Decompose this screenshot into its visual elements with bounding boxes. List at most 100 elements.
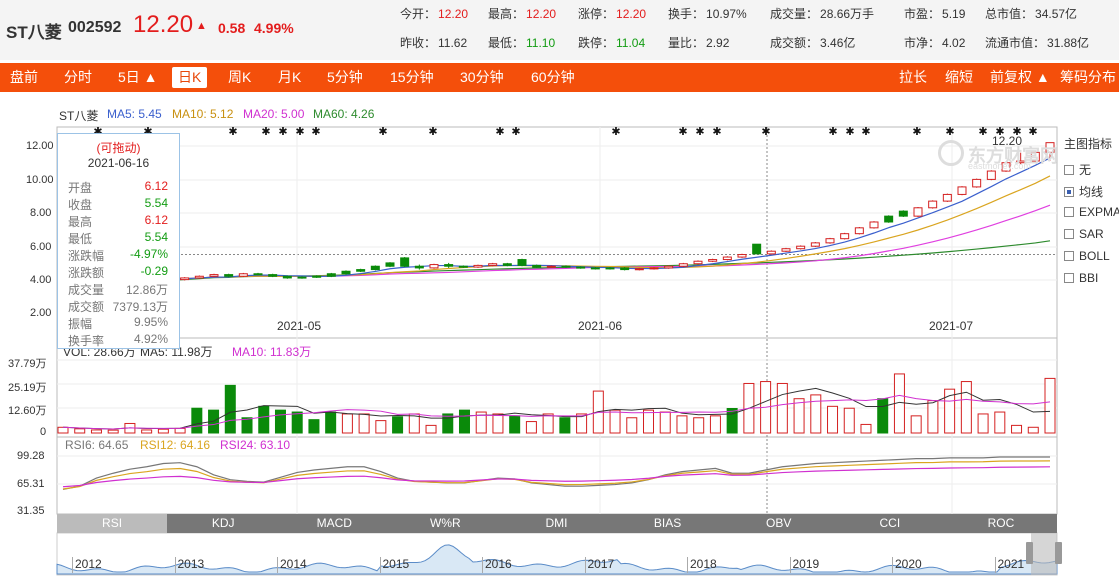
volume-bar xyxy=(458,409,470,434)
indicator-tab-roc[interactable]: ROC xyxy=(946,514,1056,533)
tooltip-value: 9.95% xyxy=(133,315,168,329)
candle-body xyxy=(722,256,732,261)
vol-tick: 0 xyxy=(40,426,47,438)
overview-right-handle xyxy=(1055,542,1062,564)
candle-body xyxy=(268,274,278,277)
indicator-tab-cci[interactable]: CCI xyxy=(835,514,945,533)
tooltip-row: 成交量 12.86万 xyxy=(68,281,168,298)
overview-year-tick xyxy=(994,557,996,573)
overview-year-label: 2014 xyxy=(280,557,307,571)
indicator-option-ma[interactable]: 均线 xyxy=(1064,183,1103,200)
grid-lines xyxy=(57,127,1057,514)
indicator-tab-wr[interactable]: W%R xyxy=(390,514,500,533)
candle-body xyxy=(209,274,219,277)
volume-bar xyxy=(291,411,303,434)
checkbox-icon xyxy=(1064,251,1074,261)
candle-body xyxy=(957,186,967,195)
volume-bar xyxy=(542,413,554,434)
candle-body xyxy=(370,265,380,271)
candle-body xyxy=(414,265,424,269)
price-max-label: 12.20 xyxy=(992,134,1023,148)
candle-body xyxy=(429,264,439,269)
candle-body xyxy=(341,270,351,275)
volume-bar xyxy=(191,407,203,434)
indicator-tab-kdj[interactable]: KDJ xyxy=(168,514,278,533)
candle-body xyxy=(282,275,292,279)
candle-body xyxy=(253,273,263,276)
candle-body xyxy=(649,267,659,270)
candle-body xyxy=(238,273,248,277)
ma5-line xyxy=(169,157,1051,281)
volume-bar xyxy=(977,413,989,434)
candle-body xyxy=(752,243,762,255)
indicator-option-bbi[interactable]: BBI xyxy=(1064,271,1098,285)
rsi-tick: 31.35 xyxy=(17,505,45,517)
volume-bar xyxy=(726,407,738,434)
event-marker-icon: ✱ xyxy=(428,126,437,138)
candle-body xyxy=(590,267,600,270)
candle-body xyxy=(224,274,234,277)
rsi-legend-6: RSI6: 64.65 xyxy=(65,438,129,452)
candle-body xyxy=(840,233,850,240)
tooltip-key: 涨跌额 xyxy=(68,266,105,280)
tooltip-row: 最高 6.12 xyxy=(68,213,168,230)
volume-bar xyxy=(509,415,521,434)
volume-bar xyxy=(1027,426,1039,434)
event-marker-icon: ✱ xyxy=(511,126,520,138)
indicator-tab-macd[interactable]: MACD xyxy=(279,514,389,533)
volume-bar xyxy=(994,411,1006,434)
candle-body xyxy=(869,221,879,229)
candle-body xyxy=(737,254,747,258)
indicator-tab-obv[interactable]: OBV xyxy=(724,514,834,533)
rsi-lines xyxy=(62,456,1051,491)
checkbox-icon xyxy=(1064,273,1074,283)
overview-year-tick xyxy=(277,557,278,573)
indicator-option-none[interactable]: 无 xyxy=(1064,161,1091,178)
candle-body xyxy=(605,267,615,270)
tooltip-key: 换手率 xyxy=(68,334,105,348)
tooltip-row: 最低 5.54 xyxy=(68,230,168,247)
candle-body xyxy=(825,238,835,244)
indicator-tab-rsi[interactable]: RSI xyxy=(57,514,168,533)
volume-bar xyxy=(74,428,86,434)
candle-body xyxy=(194,275,204,279)
tooltip-value: 5.54 xyxy=(144,196,168,210)
indicator-tab-dmi[interactable]: DMI xyxy=(501,514,611,533)
volume-bar xyxy=(107,429,119,434)
indicator-tab-bias[interactable]: BIAS xyxy=(613,514,723,533)
volume-bar xyxy=(609,409,621,434)
overview-year-label: 2015 xyxy=(382,557,410,571)
overview-year-tick xyxy=(72,557,73,573)
volume-bar xyxy=(643,409,655,434)
candle-body xyxy=(532,264,542,268)
event-marker-icon: ✱ xyxy=(1028,126,1037,138)
indicator-option-expma[interactable]: EXPMA xyxy=(1064,205,1119,219)
price-tick: 4.00 xyxy=(30,274,52,286)
volume-bar xyxy=(1044,377,1056,434)
volume-bar xyxy=(425,424,437,434)
volume-bar xyxy=(626,417,638,434)
candle-body xyxy=(781,248,791,252)
main-indicator-title: 主图指标 xyxy=(1064,137,1113,151)
overview-year-label: 2012 xyxy=(75,557,102,571)
event-marker-icon: ✱ xyxy=(278,126,287,138)
indicator-option-sar[interactable]: SAR xyxy=(1064,227,1104,241)
event-marker-icon: ✱ xyxy=(228,126,237,138)
candle-body xyxy=(810,242,820,247)
indicator-option-boll[interactable]: BOLL xyxy=(1064,249,1110,263)
candle-body xyxy=(473,264,483,268)
candle-tooltip[interactable]: (可拖动) 2021-06-16 开盘 6.12 收盘 5.54 最高 6.12 最低 5.5… xyxy=(57,133,180,349)
volume-bar xyxy=(910,415,922,434)
x-tick: 2021-05 xyxy=(277,319,322,333)
tooltip-value: 5.54 xyxy=(144,230,168,244)
candle-body xyxy=(898,210,908,217)
event-marker-icon: ✱ xyxy=(295,126,304,138)
overview-year-tick xyxy=(379,557,381,573)
price-tick: 2.00 xyxy=(30,307,52,319)
vol-legend-ma10: MA10: 11.83万 xyxy=(232,345,312,359)
candle-body xyxy=(444,264,454,267)
candle-body xyxy=(620,267,630,271)
volume-bar xyxy=(559,417,571,434)
overview-year-label: 2016 xyxy=(485,557,512,571)
candle-body xyxy=(913,207,923,217)
